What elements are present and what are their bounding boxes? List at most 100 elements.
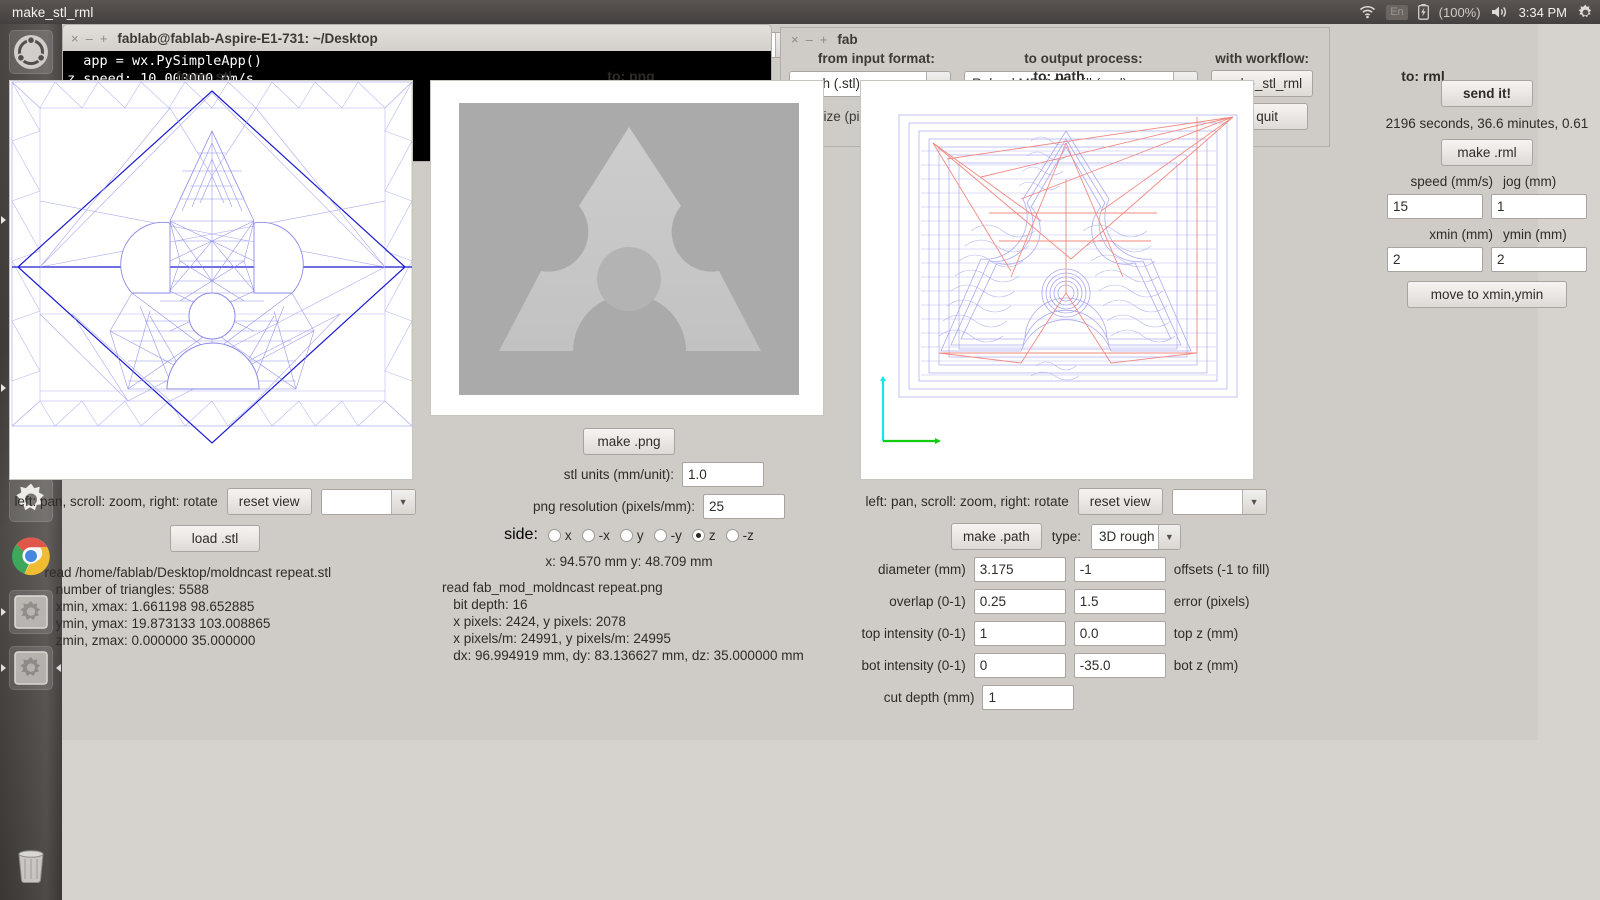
bot-intensity-label: bot intensity (0-1) [861, 658, 966, 673]
jog-input[interactable] [1491, 194, 1587, 219]
battery-icon[interactable] [1417, 4, 1429, 20]
launcher-item-trash[interactable] [0, 836, 62, 892]
rml-speed-jog-inputs [1378, 194, 1596, 219]
close-icon[interactable]: × [791, 33, 799, 46]
send-it-button[interactable]: send it! [1441, 80, 1533, 107]
fab-title: fab [837, 32, 858, 47]
stl-reset-view-button[interactable]: reset view [226, 488, 312, 515]
ymin-input[interactable] [1491, 247, 1587, 272]
clock[interactable]: 3:34 PM [1519, 5, 1567, 20]
stl-panel: left: pan, scroll: zoom, right: rotate r… [9, 80, 421, 649]
side-radio-y-label: y [636, 527, 644, 543]
side-radio-neg-z-label: -z [742, 527, 754, 543]
side-radio-neg-y[interactable]: -y [653, 527, 682, 543]
side-radio-neg-y-label: -y [670, 527, 682, 543]
path-make-row: make .path type: 3D rough ▼ [860, 523, 1272, 550]
close-icon[interactable]: × [71, 32, 79, 45]
top-z-label: top z (mm) [1173, 626, 1239, 641]
bot-intensity-input[interactable] [973, 653, 1066, 678]
maximize-icon[interactable]: + [100, 32, 108, 45]
stl-units-input[interactable] [682, 462, 764, 487]
top-intensity-label: top intensity (0-1) [861, 626, 966, 641]
move-to-xmin-ymin-button[interactable]: move to xmin,ymin [1407, 281, 1567, 308]
png-resolution-label: png resolution (pixels/mm): [532, 499, 695, 514]
minimize-icon[interactable]: – [806, 33, 813, 46]
terminal-titlebar[interactable]: × – + fablab@fablab-Aspire-E1-731: ~/Des… [62, 24, 772, 51]
top-z-input[interactable] [1073, 621, 1166, 646]
radio-dot [653, 528, 667, 542]
volume-icon[interactable] [1491, 5, 1509, 19]
top-intensity-input[interactable] [973, 621, 1066, 646]
path-field-diameter: diameter (mm) offsets (-1 to fill) [860, 557, 1272, 582]
png-panel: make .png stl units (mm/unit): png resol… [430, 80, 828, 664]
side-radio-x-label: x [564, 527, 572, 543]
side-radio-x[interactable]: x [547, 527, 572, 543]
stl-3d-view[interactable] [9, 80, 413, 480]
path-field-cut-depth: cut depth (mm) [860, 685, 1272, 710]
bot-z-input[interactable] [1073, 653, 1166, 678]
maximize-icon[interactable]: + [820, 33, 828, 46]
side-label: side: [504, 526, 538, 543]
fab-titlebar[interactable]: × – + fab [781, 28, 1329, 51]
side-radio-neg-x-label: -x [598, 527, 610, 543]
overlap-input[interactable] [973, 589, 1066, 614]
png-readout: read fab_mod_moldncast repeat.png bit de… [442, 580, 804, 663]
fab-window-buttons[interactable]: × – + [791, 33, 827, 46]
side-radio-neg-x[interactable]: -x [581, 527, 610, 543]
path-reset-view-button[interactable]: reset view [1077, 488, 1163, 515]
trash-icon [9, 842, 53, 886]
radio-dot [547, 528, 561, 542]
top-panel-window-title: make_stl_rml [12, 4, 94, 20]
side-radio-y[interactable]: y [619, 527, 644, 543]
path-field-bot-intensity: bot intensity (0-1) bot z (mm) [860, 653, 1272, 678]
generic-gear-app-icon [9, 646, 53, 690]
terminal-window-buttons[interactable]: × – + [71, 32, 107, 45]
side-row: side: x -x y -y z -z [430, 526, 828, 544]
make-png-button[interactable]: make .png [583, 428, 675, 455]
minimize-icon[interactable]: – [86, 32, 93, 45]
diameter-input[interactable] [973, 557, 1066, 582]
top-panel-indicators: En (100%) 3:34 PM [1359, 0, 1594, 24]
rml-xmin-ymin-labels: xmin (mm) ymin (mm) [1378, 227, 1596, 242]
make-path-button[interactable]: make .path [950, 523, 1042, 550]
stl-view-value [321, 489, 391, 514]
fab-input-format-label: from input format: [817, 51, 935, 66]
radio-dot [619, 528, 633, 542]
path-3d-view[interactable] [860, 80, 1254, 480]
path-view-value [1172, 489, 1242, 514]
chevron-down-icon[interactable]: ▼ [390, 489, 415, 514]
radio-dot-selected [691, 528, 705, 542]
xmin-input[interactable] [1387, 247, 1483, 272]
load-stl-button[interactable]: load .stl [170, 525, 260, 552]
wifi-icon[interactable] [1359, 5, 1376, 19]
chevron-down-icon[interactable]: ▼ [1241, 489, 1266, 514]
error-input[interactable] [1073, 589, 1166, 614]
png-resolution-input[interactable] [703, 494, 785, 519]
cut-depth-input[interactable] [982, 685, 1075, 710]
path-view-controls: left: pan, scroll: zoom, right: rotate r… [860, 488, 1272, 515]
gear-icon[interactable] [1577, 4, 1594, 21]
running-indicator-left [1, 608, 6, 616]
make-rml-button[interactable]: make .rml [1441, 139, 1533, 166]
path-panel: left: pan, scroll: zoom, right: rotate r… [860, 80, 1272, 710]
battery-percent[interactable]: (100%) [1439, 5, 1481, 20]
unity-top-panel: make_stl_rml En (100%) 3:34 PM [0, 0, 1600, 24]
side-radio-neg-z[interactable]: -z [725, 527, 754, 543]
stl-view-dropdown[interactable]: ▼ [320, 488, 416, 515]
path-field-top-intensity: top intensity (0-1) top z (mm) [860, 621, 1272, 646]
path-type-dropdown[interactable]: 3D rough ▼ [1091, 523, 1182, 550]
keyboard-layout-indicator[interactable]: En [1386, 4, 1408, 20]
rml-speed-jog-labels: speed (mm/s) jog (mm) [1378, 174, 1596, 189]
path-field-overlap: overlap (0-1) error (pixels) [860, 589, 1272, 614]
focused-indicator-right [56, 664, 61, 672]
ymin-label: ymin (mm) [1503, 227, 1567, 242]
stl-units-label: stl units (mm/unit): [563, 467, 674, 482]
path-view-dropdown[interactable]: ▼ [1171, 488, 1267, 515]
axis-indicator [880, 376, 941, 444]
png-preview-view[interactable] [430, 80, 824, 416]
bot-z-label: bot z (mm) [1173, 658, 1239, 673]
side-radio-z[interactable]: z [691, 528, 716, 543]
speed-input[interactable] [1387, 194, 1483, 219]
offsets-input[interactable] [1073, 557, 1166, 582]
chevron-down-icon[interactable]: ▼ [1157, 524, 1181, 549]
